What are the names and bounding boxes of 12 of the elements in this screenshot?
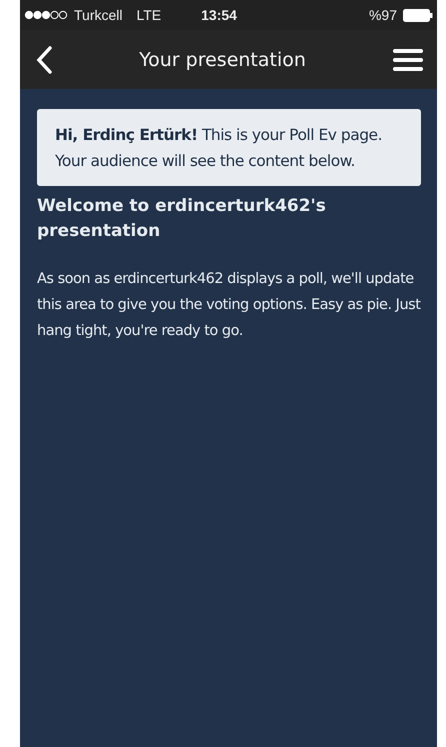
welcome-notice: Hi, Erdinç Ertürk! This is your Poll Ev page. Your audience will see the content below. [37,109,421,186]
network-type: LTE [136,7,162,23]
signal-icon [24,10,68,20]
welcome-heading: Welcome to erdincerturk462's presentation [37,195,327,243]
status-time: 13:54 [201,7,237,23]
menu-button[interactable] [393,48,423,72]
battery-percent: %97 [368,7,397,23]
back-button[interactable] [36,46,52,74]
waiting-message: As soon as erdincerturk462 displays a poll, we'll update this area to give you the voting options. Easy as pie. Just hang tight, you're ready to go. [37,270,421,341]
carrier-name: Turkcell [74,7,122,23]
page-title: Your presentation [139,48,306,70]
battery-icon [403,8,433,22]
